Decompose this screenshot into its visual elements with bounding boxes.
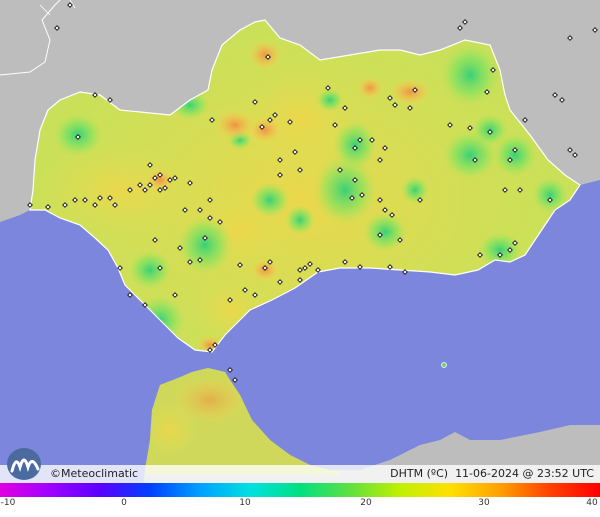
temperature-map[interactable] xyxy=(0,0,600,517)
map-info: DHTM (ºC) 11-06-2024 @ 23:52 UTC xyxy=(390,467,594,480)
scale-tick: 10 xyxy=(239,498,251,508)
scale-tick: 30 xyxy=(478,498,490,508)
scale-tick: 20 xyxy=(360,498,372,508)
scale-tick: -10 xyxy=(0,498,16,508)
island xyxy=(441,362,447,368)
color-ramp xyxy=(0,483,600,497)
variable-label: DHTM (ºC) xyxy=(390,467,449,480)
brand-label: ©Meteoclimatic xyxy=(50,467,139,480)
scale-tick: 0 xyxy=(121,498,127,508)
datetime-label: 11-06-2024 @ 23:52 UTC xyxy=(455,467,594,480)
color-scale: -10 0 10 20 30 40 xyxy=(0,483,600,517)
meteoclimatic-logo-icon xyxy=(7,448,41,480)
scale-tick: 40 xyxy=(586,498,598,508)
